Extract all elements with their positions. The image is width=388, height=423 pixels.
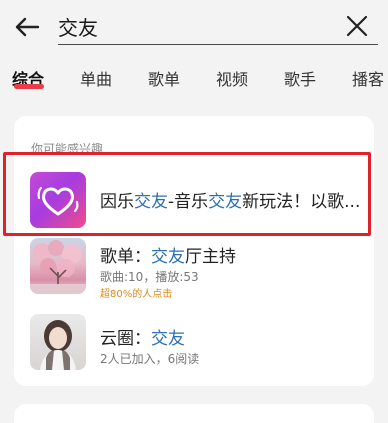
tab-playlists[interactable]: 歌单 (148, 66, 180, 90)
tab-podcasts[interactable]: 播客 (352, 66, 384, 90)
result-item-playlist[interactable]: 歌单：交友厅主持 歌曲:10，播放:53 超80%的人点击 (30, 238, 370, 302)
active-tab-indicator (14, 84, 44, 89)
tab-bar: 综合 单曲 歌单 视频 歌手 播客 (0, 56, 388, 100)
back-arrow-icon[interactable] (12, 12, 42, 42)
search-bar (0, 0, 388, 56)
close-icon[interactable] (344, 13, 370, 39)
click-rate-badge: 超80%的人点击 (100, 289, 173, 300)
search-input[interactable] (58, 10, 318, 42)
tab-artists[interactable]: 歌手 (284, 66, 316, 90)
tab-videos[interactable]: 视频 (216, 66, 248, 90)
tab-songs[interactable]: 单曲 (80, 66, 112, 90)
circle-cover (30, 314, 86, 370)
annotation-highlight-box (3, 152, 371, 236)
playlist-cover (30, 238, 86, 294)
result-item-circle[interactable]: 云圈：交友 2人已加入，6阅读 (30, 314, 370, 378)
next-section-card (14, 404, 374, 423)
result-meta: 2人已加入，6阅读 (100, 352, 200, 366)
result-title: 云圈：交友 (100, 329, 185, 349)
result-title: 歌单：交友厅主持 (100, 247, 236, 267)
result-meta: 歌曲:10，播放:53 (100, 270, 199, 284)
search-underline (58, 44, 378, 45)
